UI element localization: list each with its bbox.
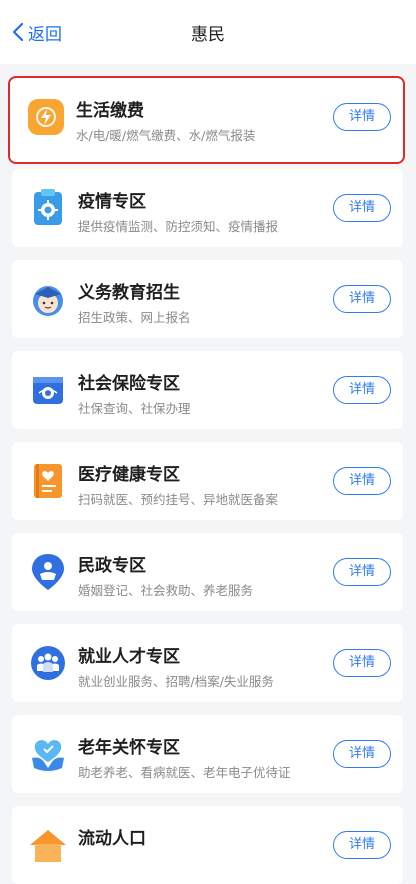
card-subtitle: 水/电/暖/燃气缴费、水/燃气报装 xyxy=(76,128,256,143)
card-title: 民政专区 xyxy=(78,556,146,576)
card-title: 医疗健康专区 xyxy=(78,465,180,485)
detail-button[interactable]: 详情 xyxy=(333,376,391,404)
detail-button[interactable]: 详情 xyxy=(333,285,391,313)
card-subtitle: 就业创业服务、招聘/档案/失业服务 xyxy=(78,674,274,689)
detail-button[interactable]: 详情 xyxy=(333,558,391,586)
card-title: 老年关怀专区 xyxy=(78,738,180,758)
card-title: 社会保险专区 xyxy=(78,374,180,394)
service-card-medical[interactable]: 医疗健康专区 扫码就医、预约挂号、异地就医备案 详情 xyxy=(12,442,403,520)
card-title: 疫情专区 xyxy=(78,192,146,212)
page-title: 惠民 xyxy=(191,25,225,45)
lightning-bolt-icon xyxy=(24,95,68,139)
service-card-social-insurance[interactable]: 社会保险专区 社保查询、社保办理 详情 xyxy=(12,351,403,429)
nav-bar: 返回 惠民 xyxy=(0,0,416,64)
student-avatar-icon xyxy=(26,277,70,321)
service-card-floating-population[interactable]: 流动人口 详情 xyxy=(12,806,403,884)
house-icon xyxy=(26,823,70,867)
card-title: 就业人才专区 xyxy=(78,647,180,667)
insurance-card-icon xyxy=(26,368,70,412)
virus-clipboard-icon xyxy=(26,186,70,230)
card-title: 生活缴费 xyxy=(76,101,144,121)
medical-notebook-icon xyxy=(26,459,70,503)
service-card-living-payment[interactable]: 生活缴费 水/电/暖/燃气缴费、水/燃气报装 详情 xyxy=(8,76,405,164)
card-subtitle: 扫码就医、预约挂号、异地就医备案 xyxy=(78,492,279,507)
helping-hand-icon xyxy=(26,550,70,594)
service-card-epidemic[interactable]: 疫情专区 提供疫情监测、防控须知、疫情播报 详情 xyxy=(12,169,403,247)
people-group-icon xyxy=(26,641,70,685)
service-card-employment[interactable]: 就业人才专区 就业创业服务、招聘/档案/失业服务 详情 xyxy=(12,624,403,702)
heart-hands-icon xyxy=(26,732,70,776)
detail-button[interactable]: 详情 xyxy=(333,467,391,495)
card-subtitle: 婚姻登记、社会救助、养老服务 xyxy=(78,583,254,598)
service-card-civil-affairs[interactable]: 民政专区 婚姻登记、社会救助、养老服务 详情 xyxy=(12,533,403,611)
detail-button[interactable]: 详情 xyxy=(333,649,391,677)
detail-button[interactable]: 详情 xyxy=(333,103,391,131)
card-subtitle: 社保查询、社保办理 xyxy=(78,401,191,416)
card-subtitle: 招生政策、网上报名 xyxy=(78,310,191,325)
card-title: 义务教育招生 xyxy=(78,283,180,303)
detail-button[interactable]: 详情 xyxy=(333,194,391,222)
card-title: 流动人口 xyxy=(78,829,146,849)
card-subtitle: 提供疫情监测、防控须知、疫情播报 xyxy=(78,219,279,234)
card-subtitle: 助老养老、看病就医、老年电子优待证 xyxy=(78,765,291,780)
service-card-elderly-care[interactable]: 老年关怀专区 助老养老、看病就医、老年电子优待证 详情 xyxy=(12,715,403,793)
service-card-education[interactable]: 义务教育招生 招生政策、网上报名 详情 xyxy=(12,260,403,338)
detail-button[interactable]: 详情 xyxy=(333,831,391,859)
detail-button[interactable]: 详情 xyxy=(333,740,391,768)
